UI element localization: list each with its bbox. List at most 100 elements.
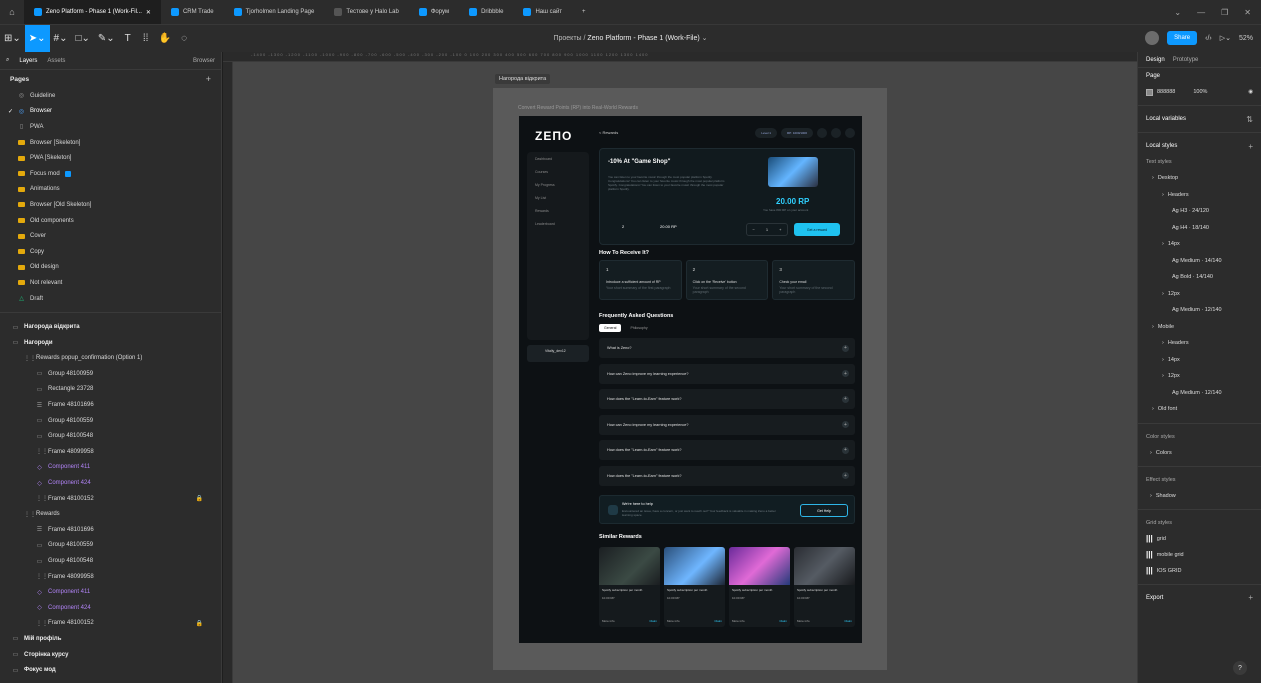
layer-item[interactable]: ⋮⋮ Rewards: [0, 506, 221, 522]
grid-style-item[interactable]: ||| mobile grid: [1138, 547, 1261, 563]
browser-tab[interactable]: Dribbble: [459, 0, 513, 24]
text-style-item[interactable]: › Old font: [1138, 401, 1261, 418]
add-page-icon[interactable]: +: [206, 74, 211, 84]
tab-prototype[interactable]: Prototype: [1173, 57, 1199, 63]
add-style-icon[interactable]: +: [1248, 142, 1253, 151]
page-opacity[interactable]: 100%: [1193, 89, 1207, 95]
text-style-item[interactable]: › Desktop: [1138, 170, 1261, 187]
text-style-item[interactable]: › 12px: [1138, 368, 1261, 385]
sidebar-user[interactable]: Vitaliy_dev12: [527, 345, 589, 362]
layer-item[interactable]: ▭ Group 48100548: [0, 553, 221, 569]
page-item[interactable]: Animations: [0, 182, 221, 198]
main-menu-button[interactable]: ⊞⌄: [0, 25, 25, 53]
app-screen[interactable]: ZEПO Dashboard Courses My Progress My List R…: [519, 116, 862, 643]
layer-item[interactable]: ▭ Group 48100559: [0, 413, 221, 429]
sidebar-item[interactable]: Courses: [527, 165, 589, 178]
page-item[interactable]: Browser [Skeleton]: [0, 135, 221, 151]
text-style-item[interactable]: Ag Medium · 14/140: [1138, 253, 1261, 270]
reward-card[interactable]: Spotify subscription per month 10.00 RP Mo…: [794, 547, 855, 627]
present-icon[interactable]: ▷⌄: [1220, 34, 1231, 42]
color-swatch[interactable]: [1146, 88, 1153, 96]
page-item[interactable]: ✓ ◎ Browser: [0, 104, 221, 120]
page-dropdown[interactable]: Browser: [193, 58, 215, 64]
layer-item[interactable]: ▭ Нагорода відкрита: [0, 319, 221, 335]
text-style-item[interactable]: Ag Medium · 12/140: [1138, 302, 1261, 319]
plus-icon[interactable]: +: [842, 472, 849, 479]
page-color[interactable]: 888888: [1157, 89, 1175, 95]
layer-item[interactable]: ▭ Мій профіль: [0, 631, 221, 647]
minus-icon[interactable]: −: [753, 227, 755, 232]
text-style-item[interactable]: › Headers: [1138, 187, 1261, 204]
frame-tool[interactable]: #⌄: [50, 25, 72, 53]
more-info-link[interactable]: More info: [797, 619, 810, 623]
layer-item[interactable]: ⋮⋮ Frame 48099958: [0, 569, 221, 585]
search-icon[interactable]: [817, 128, 827, 138]
faq-item[interactable]: How does the "Learn-to-Earn" feature wor…: [599, 465, 855, 486]
add-export-icon[interactable]: +: [1248, 593, 1253, 602]
lock-icon[interactable]: 🔒: [196, 495, 203, 502]
page-item[interactable]: ▯ PWA: [0, 119, 221, 135]
pen-tool[interactable]: ✎⌄: [94, 25, 119, 53]
notification-icon[interactable]: [831, 128, 841, 138]
chevron-down-icon[interactable]: ⌄: [1174, 8, 1181, 17]
restore-icon[interactable]: ❐: [1221, 8, 1228, 17]
close-icon[interactable]: ✕: [146, 9, 151, 16]
plus-icon[interactable]: +: [842, 370, 849, 377]
more-info-link[interactable]: More info: [602, 619, 615, 623]
layer-item[interactable]: ▭ Нагороди: [0, 335, 221, 351]
layer-item[interactable]: ▭ Group 48100559: [0, 538, 221, 554]
text-style-item[interactable]: Ag Medium · 12/140: [1138, 385, 1261, 402]
comment-tool[interactable]: ◌: [175, 25, 193, 53]
plus-icon[interactable]: +: [842, 344, 849, 352]
sidebar-item[interactable]: My Progress: [527, 178, 589, 191]
page-item[interactable]: △ Draft: [0, 291, 221, 307]
minimize-icon[interactable]: —: [1197, 8, 1205, 17]
lock-icon[interactable]: 🔒: [196, 620, 203, 627]
layer-item[interactable]: ⋮⋮ Frame 48100152 🔒: [0, 616, 221, 632]
quantity-stepper[interactable]: − 1 +: [746, 223, 788, 236]
page-item[interactable]: PWA [Skeleton]: [0, 150, 221, 166]
sidebar-item[interactable]: Leaderboard: [527, 217, 589, 230]
grid-style-item[interactable]: ||| IOS GRID: [1138, 563, 1261, 579]
tab-design[interactable]: Design: [1146, 57, 1165, 63]
plus-icon[interactable]: +: [842, 395, 849, 403]
layer-item[interactable]: ◇ Component 424: [0, 475, 221, 491]
layer-item[interactable]: ⋮⋮ Frame 48099958: [0, 444, 221, 460]
tab-layers[interactable]: Layers: [19, 58, 37, 64]
profile-icon[interactable]: [845, 128, 855, 138]
claim-button[interactable]: Claim: [844, 619, 852, 623]
help-icon[interactable]: ?: [1233, 661, 1247, 675]
text-style-item[interactable]: › 12px: [1138, 286, 1261, 303]
canvas[interactable]: Нагорода відкрита Convert Reward Points …: [233, 62, 1137, 683]
text-style-item[interactable]: › Mobile: [1138, 319, 1261, 336]
faq-item[interactable]: What is Zeno? +: [599, 338, 855, 358]
page-item[interactable]: Not relevant: [0, 275, 221, 291]
move-tool[interactable]: ➤⌄: [24, 24, 50, 53]
layer-item[interactable]: ◇ Component 411: [0, 460, 221, 476]
browser-tab[interactable]: Tjorholmen Landing Page: [224, 0, 325, 24]
frame[interactable]: Convert Reward Points (RP) into Real-Wor…: [493, 88, 887, 670]
more-info-link[interactable]: More info: [667, 619, 680, 623]
layer-item[interactable]: ☰ Frame 48101696: [0, 397, 221, 413]
reward-card[interactable]: Spotify subscription per month 10.00 RP Mo…: [599, 547, 660, 627]
layer-item[interactable]: ▭ Сторінка курсу: [0, 647, 221, 663]
sidebar-item[interactable]: Dashboard: [527, 152, 589, 165]
faq-item[interactable]: How does the "Learn-to-Earn" feature wor…: [599, 389, 855, 409]
browser-tab[interactable]: Форум: [409, 0, 459, 24]
page-item[interactable]: Cover: [0, 228, 221, 244]
shape-tool[interactable]: □⌄: [71, 25, 93, 53]
colors-group[interactable]: › Colors: [1138, 445, 1261, 461]
layer-item[interactable]: ⋮⋮ Frame 48100152 🔒: [0, 491, 221, 507]
reward-card[interactable]: Spotify subscription per month 10.00 RP Mo…: [729, 547, 790, 627]
text-style-item[interactable]: Ag H4 · 18/140: [1138, 220, 1261, 237]
text-style-item[interactable]: › Headers: [1138, 335, 1261, 352]
layer-item[interactable]: ▭ Group 48100959: [0, 366, 221, 382]
layer-item[interactable]: ▭ Фокус мод: [0, 662, 221, 678]
page-item[interactable]: ◎ Guideline: [0, 88, 221, 104]
plus-icon[interactable]: +: [842, 446, 849, 454]
text-style-item[interactable]: Ag H3 · 24/120: [1138, 203, 1261, 220]
sidebar-item[interactable]: My List: [527, 191, 589, 204]
resources-tool[interactable]: ⁞⁞: [137, 25, 155, 53]
new-tab-button[interactable]: +: [572, 0, 596, 24]
layer-item[interactable]: ▭ Rectangle 23728: [0, 382, 221, 398]
